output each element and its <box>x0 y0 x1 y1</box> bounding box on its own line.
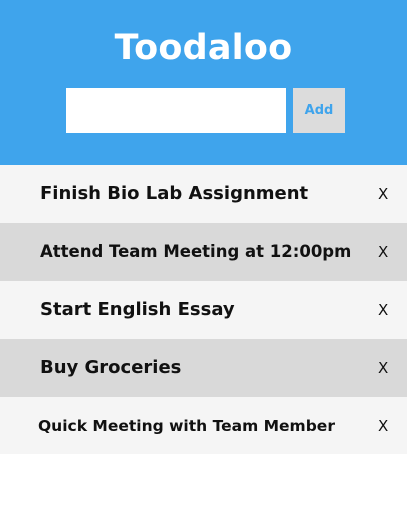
task-text: Attend Team Meeting at 12:00pm <box>40 242 352 261</box>
task-item: Finish Bio Lab Assignment X <box>0 165 407 223</box>
task-item: Attend Team Meeting at 12:00pm X <box>0 223 407 281</box>
task-text: Quick Meeting with Team Member <box>38 417 335 435</box>
app-title: Toodaloo <box>114 28 293 68</box>
add-task-button[interactable]: Add <box>293 88 345 133</box>
delete-task-button[interactable]: X <box>378 339 388 397</box>
task-item: Buy Groceries X <box>0 339 407 397</box>
delete-task-button[interactable]: X <box>378 223 388 281</box>
delete-task-button[interactable]: X <box>378 281 388 339</box>
delete-task-button[interactable]: X <box>378 165 388 223</box>
task-item: Quick Meeting with Team Member X <box>0 397 407 454</box>
task-text: Start English Essay <box>40 299 235 320</box>
new-task-input[interactable] <box>66 88 286 133</box>
app-header: Toodaloo Add <box>0 0 407 165</box>
task-item: Start English Essay X <box>0 281 407 339</box>
delete-task-button[interactable]: X <box>378 397 388 455</box>
task-text: Finish Bio Lab Assignment <box>40 183 309 204</box>
task-list: Finish Bio Lab Assignment X Attend Team … <box>0 165 407 454</box>
task-text: Buy Groceries <box>40 357 182 378</box>
